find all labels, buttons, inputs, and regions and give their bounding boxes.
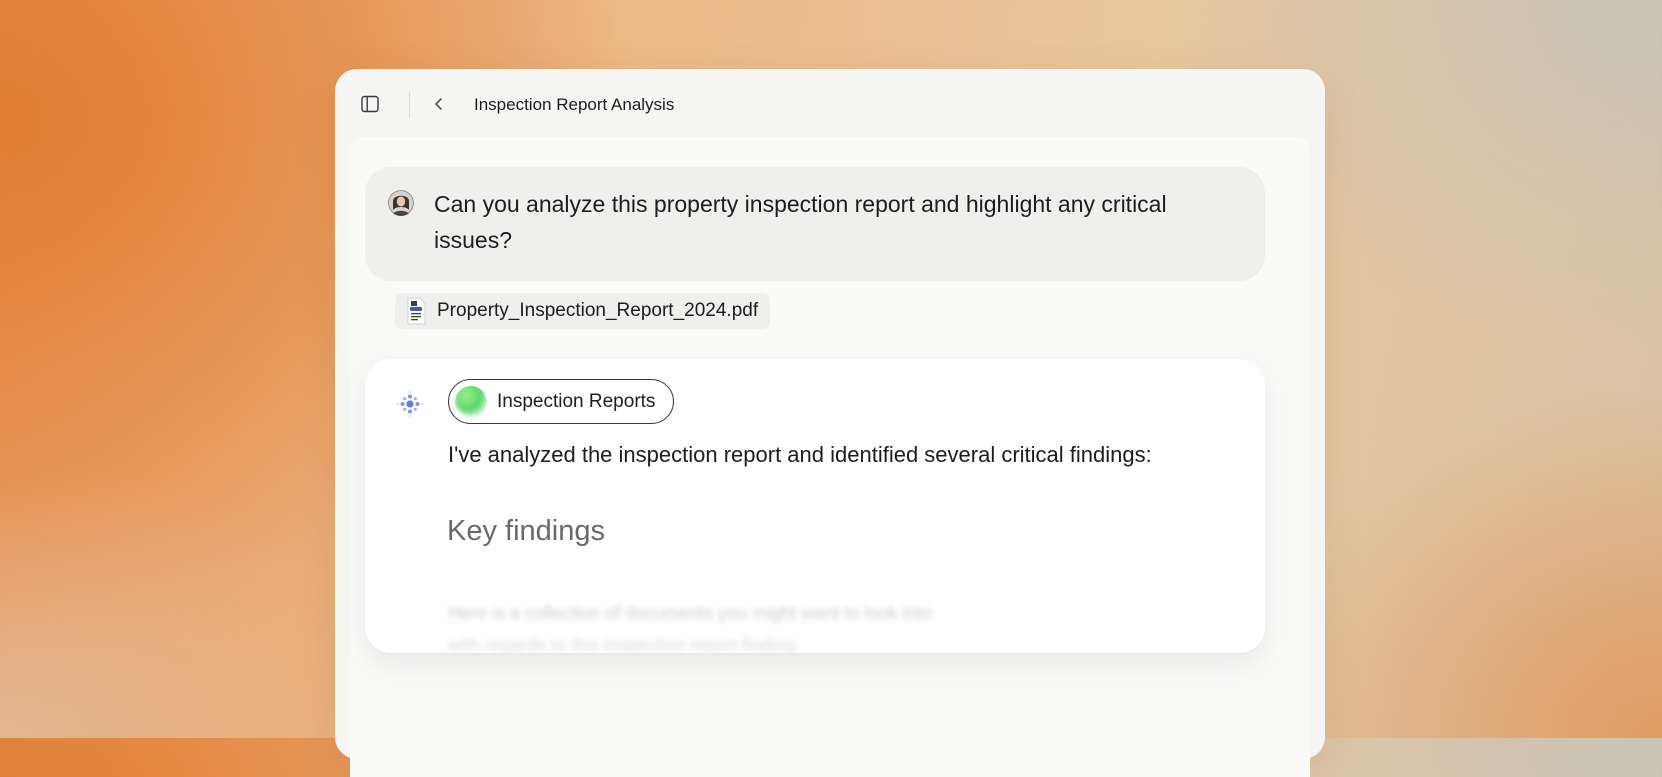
title-bar-divider [409, 92, 410, 118]
sidebar-icon[interactable] [361, 95, 379, 113]
user-message-text: Can you analyze this property inspection… [434, 191, 1167, 253]
user-avatar [388, 190, 414, 216]
key-findings-heading: Key findings [447, 515, 605, 547]
assistant-message: Inspection Reports I've analyzed the ins… [365, 359, 1265, 653]
attachment-chip[interactable]: Property_Inspection_Report_2024.pdf [395, 293, 771, 329]
collection-color-dot [455, 385, 487, 418]
attachment-file-name: Property_Inspection_Report_2024.pdf [437, 300, 759, 321]
window-title: Inspection Report Analysis [474, 95, 675, 114]
pdf-file-icon [407, 297, 426, 325]
assistant-logo-icon [397, 391, 423, 417]
app-window: Inspection Report Analysis Can you analy… [335, 69, 1325, 777]
assistant-blurred-text: Here is a collection of documents you mi… [448, 603, 932, 653]
assistant-intro-text: I've analyzed the inspection report and … [448, 442, 1152, 467]
chevron-left-icon[interactable] [430, 95, 448, 113]
user-message: Can you analyze this property inspection… [365, 167, 1265, 281]
collection-chip-label: Inspection Reports [497, 390, 656, 412]
title-bar: Inspection Report Analysis [335, 69, 1325, 137]
chat-content: Can you analyze this property inspection… [350, 137, 1310, 777]
collection-chip[interactable]: Inspection Reports [448, 379, 675, 424]
